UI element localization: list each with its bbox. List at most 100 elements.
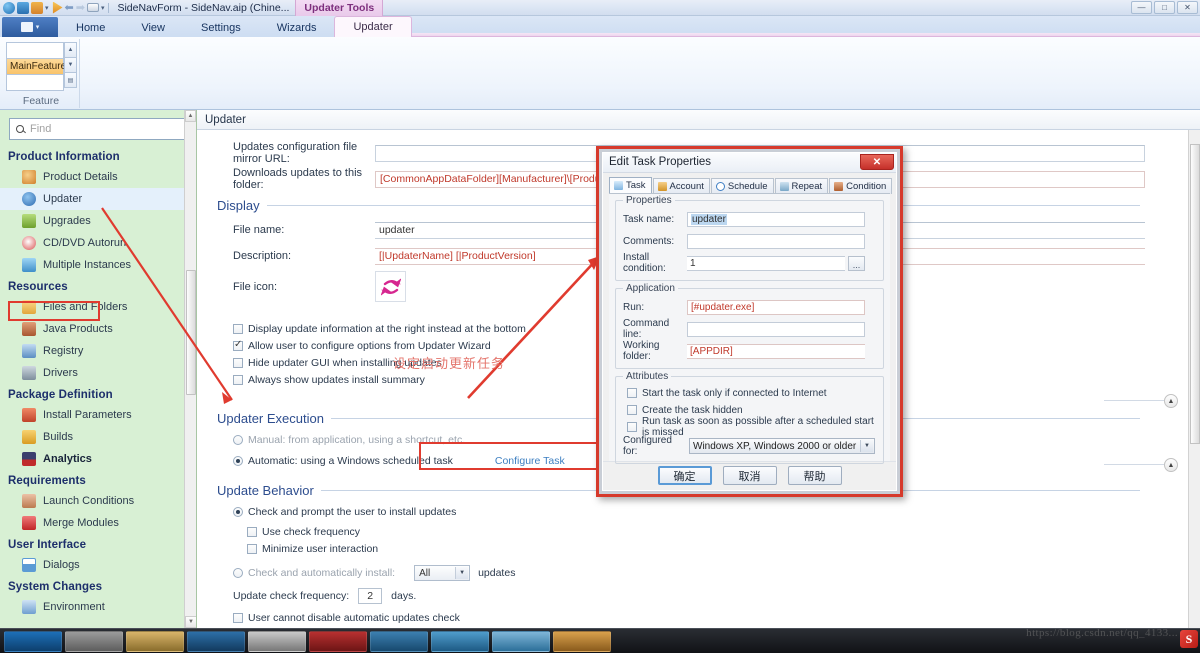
build-icon[interactable]	[51, 2, 63, 14]
sidebar-item-cd-dvd-autorun[interactable]: CD/DVD Autorun	[0, 232, 196, 254]
checkbox-icon[interactable]	[627, 405, 637, 415]
scroll-up-icon[interactable]: ▲	[185, 110, 196, 122]
taskbar-item[interactable]	[370, 631, 428, 652]
sidebar-item-multiple-instances[interactable]: Multiple Instances	[0, 254, 196, 276]
taskbar-item[interactable]	[492, 631, 550, 652]
cancel-button[interactable]: 取消	[723, 466, 777, 485]
radio-icon-selected[interactable]	[233, 456, 243, 466]
task-name-input[interactable]: updater	[687, 212, 865, 227]
configured-for-dropdown[interactable]: Windows XP, Windows 2000 or older ▼	[689, 438, 875, 454]
checkbox-row-use-check-frequency[interactable]: Use check frequency	[197, 524, 1200, 540]
checkbox-icon-checked[interactable]	[233, 341, 243, 351]
ribbon-tab-wizards[interactable]: Wizards	[259, 18, 335, 37]
run-input[interactable]: [#updater.exe]	[687, 300, 865, 315]
taskbar-item[interactable]	[187, 631, 245, 652]
mail-icon[interactable]	[87, 3, 99, 12]
taskbar-item[interactable]	[309, 631, 367, 652]
refresh-arrows-icon[interactable]	[375, 271, 406, 302]
install-condition-input[interactable]: 1	[687, 256, 845, 271]
sidebar-item-updater[interactable]: Updater	[0, 188, 196, 210]
taskbar-item[interactable]	[4, 631, 62, 652]
working-folder-input[interactable]: [APPDIR]	[687, 344, 865, 359]
checkbox-icon[interactable]	[233, 375, 243, 385]
frequency-input[interactable]: 2	[358, 588, 382, 604]
checkbox-icon[interactable]	[233, 324, 243, 334]
feature-row-mainfeature[interactable]: MainFeature	[6, 58, 64, 75]
sidebar-item-java-products[interactable]: Java Products	[0, 318, 196, 340]
window-controls[interactable]: — □ ✕	[1131, 1, 1198, 14]
collapse-button-2[interactable]: ▲	[1164, 458, 1178, 472]
taskbar-item[interactable]	[65, 631, 123, 652]
scroll-down-icon[interactable]: ▼	[185, 616, 197, 628]
taskbar-item[interactable]	[431, 631, 489, 652]
search-input[interactable]: Find	[9, 118, 187, 140]
ribbon-tab-bar[interactable]: ▾ Home View Settings Wizards Updater	[0, 16, 1200, 37]
dialog-tab-repeat[interactable]: Repeat	[775, 178, 829, 194]
radio-icon-selected[interactable]	[233, 507, 243, 517]
checkbox-row-cannot-disable[interactable]: User cannot disable automatic updates ch…	[197, 610, 1200, 626]
checkbox-row-run-asap[interactable]: Run task as soon as possible after a sch…	[623, 420, 876, 435]
scroll-down-icon[interactable]: ▼	[64, 57, 77, 73]
ribbon-tab-settings[interactable]: Settings	[183, 18, 259, 37]
ribbon-tab-home[interactable]: Home	[58, 18, 123, 37]
checkbox-icon[interactable]	[247, 527, 257, 537]
sidebar-item-drivers[interactable]: Drivers	[0, 362, 196, 384]
browse-condition-button[interactable]: ...	[848, 256, 865, 271]
sidebar-item-upgrades[interactable]: Upgrades	[0, 210, 196, 232]
feature-row-empty-top[interactable]	[6, 42, 64, 59]
checkbox-icon[interactable]	[627, 388, 637, 398]
quick-access-toolbar[interactable]: ▾ ⬅ ➡ ▾	[0, 1, 111, 14]
chevron-down-icon[interactable]: ▼	[455, 567, 468, 579]
feature-list-box[interactable]: MainFeature	[6, 42, 64, 90]
dialog-tab-schedule[interactable]: Schedule	[711, 178, 774, 194]
ribbon-tab-updater[interactable]: Updater	[334, 16, 411, 37]
command-line-input[interactable]	[687, 322, 865, 337]
open-icon[interactable]	[31, 2, 43, 14]
chevron-down-icon[interactable]: ▾	[45, 4, 49, 12]
feature-spinner-group[interactable]: ▲ ▼ ▤	[64, 42, 77, 87]
radio-row-check-prompt[interactable]: Check and prompt the user to install upd…	[197, 504, 1200, 520]
maximize-button[interactable]: □	[1154, 1, 1175, 14]
checkbox-icon[interactable]	[627, 422, 637, 432]
taskbar-item[interactable]	[553, 631, 611, 652]
sidebar-item-install-parameters[interactable]: Install Parameters	[0, 404, 196, 426]
taskbar-item[interactable]	[126, 631, 184, 652]
sidebar-item-registry[interactable]: Registry	[0, 340, 196, 362]
scrollbar-thumb[interactable]	[1190, 144, 1200, 444]
sidebar-item-builds[interactable]: Builds	[0, 426, 196, 448]
checkbox-icon[interactable]	[233, 358, 243, 368]
minimize-button[interactable]: —	[1131, 1, 1152, 14]
sidebar-item-dialogs[interactable]: Dialogs	[0, 554, 196, 576]
sidebar-item-launch-conditions[interactable]: Launch Conditions	[0, 490, 196, 512]
list-expand-icon[interactable]: ▤	[64, 72, 77, 88]
checkbox-icon[interactable]	[233, 613, 243, 623]
dialog-tab-task[interactable]: Task	[609, 177, 652, 194]
scroll-up-icon[interactable]: ▲	[64, 42, 77, 58]
taskbar-item[interactable]	[248, 631, 306, 652]
sidebar-item-analytics[interactable]: Analytics	[0, 448, 196, 470]
forward-icon[interactable]: ➡	[76, 1, 85, 14]
sidebar-item-product-details[interactable]: Product Details	[0, 166, 196, 188]
app-orb-icon[interactable]	[3, 2, 15, 14]
feature-row-empty-bottom[interactable]	[6, 74, 64, 91]
close-icon[interactable]: ✕	[860, 154, 894, 170]
checkbox-icon[interactable]	[247, 544, 257, 554]
ok-button[interactable]: 确定	[658, 466, 712, 485]
radio-icon[interactable]	[233, 435, 243, 445]
customize-icon[interactable]: ▾	[101, 4, 105, 12]
dialog-tab-bar[interactable]: Task Account Schedule Repeat	[609, 177, 890, 194]
radio-row-auto-install[interactable]: Check and automatically install: All ▼ u…	[197, 564, 1200, 582]
checkbox-row-minimize-interaction[interactable]: Minimize user interaction	[197, 541, 1200, 557]
update-type-dropdown[interactable]: All ▼	[414, 565, 470, 581]
sidebar-scrollbar[interactable]: ▲ ▼	[184, 110, 196, 628]
ribbon-tab-view[interactable]: View	[123, 18, 183, 37]
windows-taskbar[interactable]: https://blog.csdn.net/qq_4133... S	[0, 628, 1200, 653]
checkbox-row-connected-internet[interactable]: Start the task only if connected to Inte…	[623, 386, 876, 401]
dialog-tab-condition[interactable]: Condition	[829, 178, 892, 194]
back-icon[interactable]: ⬅	[65, 1, 74, 14]
close-button[interactable]: ✕	[1177, 1, 1198, 14]
app-menu-button[interactable]: ▾	[2, 17, 58, 37]
dialog-tab-account[interactable]: Account	[653, 178, 710, 194]
help-button[interactable]: 帮助	[788, 466, 842, 485]
collapse-button-1[interactable]: ▲	[1164, 394, 1178, 408]
